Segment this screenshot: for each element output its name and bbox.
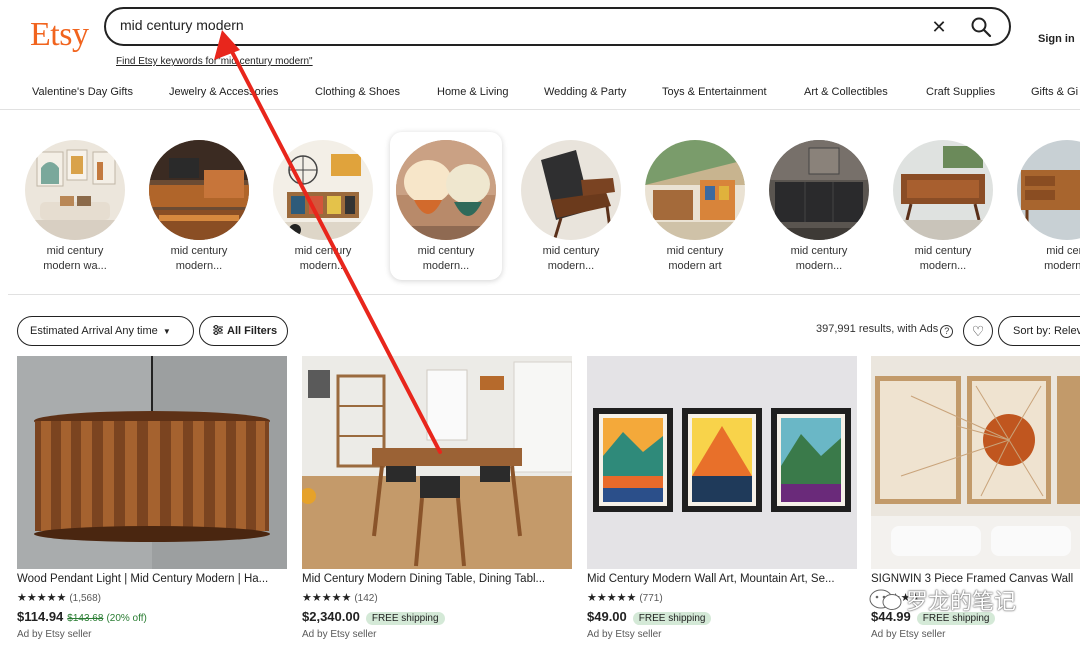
related-search-item[interactable]: mid century modern... <box>143 132 255 280</box>
free-shipping-badge: FREE shipping <box>632 612 712 625</box>
product-title[interactable]: Mid Century Modern Dining Table, Dining … <box>302 573 572 585</box>
original-price: $143.68 <box>67 613 104 624</box>
related-search-image <box>149 140 249 240</box>
clear-search-icon[interactable]: ✕ <box>929 17 949 37</box>
category-item[interactable]: Jewelry & Accessories <box>169 86 278 98</box>
ad-label: Ad by Etsy seller <box>871 629 946 640</box>
category-item[interactable]: Wedding & Party <box>544 86 626 98</box>
arrival-value: Any time <box>114 325 158 337</box>
arrival-label: Estimated Arrival <box>30 325 113 337</box>
product-title[interactable]: Mid Century Modern Wall Art, Mountain Ar… <box>587 573 857 585</box>
related-search-image <box>769 140 869 240</box>
category-item[interactable]: Clothing & Shoes <box>315 86 400 98</box>
related-search-image <box>396 140 496 240</box>
review-count: (1,568) <box>69 593 101 604</box>
product-card[interactable]: Mid Century Modern Wall Art, Mountain Ar… <box>587 356 857 646</box>
all-filters-button[interactable]: All Filters <box>199 316 288 346</box>
free-shipping-badge: FREE shipping <box>365 612 445 625</box>
favorite-search-heart-icon[interactable]: ♡ <box>963 316 993 346</box>
related-search-label: mid century modern... <box>914 245 972 272</box>
product-price: $2,340.00 FREE shipping <box>302 609 445 625</box>
related-search-label: mid century modern wa... <box>43 245 107 272</box>
related-search-item[interactable]: mid century modern... <box>267 132 379 280</box>
related-search-image <box>25 140 125 240</box>
wechat-logo-icon <box>869 589 902 610</box>
related-search-item[interactable]: mid century modern... <box>763 132 875 280</box>
rating-stars: ★★★★★ <box>587 592 637 604</box>
estimated-arrival-filter[interactable]: Estimated Arrival Any time ▼ <box>17 316 194 346</box>
product-image[interactable] <box>587 356 857 569</box>
watermark-text: 罗龙的笔记 <box>906 590 1017 615</box>
etsy-search-page: Etsy ✕ Find Etsy keywords for"mid centur… <box>0 0 1080 646</box>
all-filters-label: All Filters <box>227 325 278 337</box>
related-search-label: mid century modern... <box>417 245 475 272</box>
related-search-image <box>645 140 745 240</box>
discount-label: (20% off) <box>106 613 147 624</box>
section-divider <box>8 294 1080 295</box>
category-item[interactable]: Valentine's Day Gifts <box>32 86 133 98</box>
review-count: (771) <box>639 593 663 604</box>
related-search-label: mid century modern... <box>790 245 848 272</box>
related-search-label: mid century modern... <box>542 245 600 272</box>
ad-label: Ad by Etsy seller <box>302 629 377 640</box>
product-image[interactable] <box>871 356 1080 569</box>
sort-dropdown[interactable]: Sort by: Relev <box>998 316 1080 346</box>
category-item[interactable]: Toys & Entertainment <box>662 86 767 98</box>
product-title[interactable]: Wood Pendant Light | Mid Century Modern … <box>17 573 287 585</box>
related-search-item[interactable]: mid century modern... <box>887 132 999 280</box>
related-search-item[interactable]: mid century modern wa... <box>19 132 131 280</box>
related-search-item[interactable]: mid century modern... <box>390 132 502 280</box>
etsy-logo[interactable]: Etsy <box>30 16 89 54</box>
review-count: (142) <box>354 593 378 604</box>
product-rating: ★★★★★ (771) <box>587 591 663 604</box>
category-nav: Valentine's Day Gifts Jewelry & Accessor… <box>0 80 1080 110</box>
filter-sliders-icon <box>213 325 223 335</box>
product-rating: ★★★★★ (1,568) <box>17 591 101 604</box>
sign-in-link[interactable]: Sign in <box>1038 33 1075 45</box>
related-search-item[interactable]: mid century modern... <box>515 132 627 280</box>
caret-down-icon: ▼ <box>162 327 171 336</box>
product-rating: ★★★★★ (142) <box>302 591 378 604</box>
related-search-label: mid century modern... <box>294 245 352 272</box>
product-image[interactable] <box>17 356 287 569</box>
related-search-label: mid centmodern c <box>1044 245 1080 272</box>
related-search-label: mid century modern art <box>666 245 724 272</box>
search-input[interactable] <box>120 17 900 33</box>
related-search-image <box>1017 140 1080 240</box>
ad-label: Ad by Etsy seller <box>587 629 662 640</box>
product-price: $114.94 $143.68 (20% off) <box>17 609 147 624</box>
search-bar[interactable]: ✕ <box>104 7 1011 46</box>
rating-stars: ★★★★★ <box>17 592 67 604</box>
results-count: 397,991 results, with Ads? <box>816 323 954 338</box>
related-search-item[interactable]: mid centmodern c <box>1011 132 1080 280</box>
product-card[interactable]: Mid Century Modern Dining Table, Dining … <box>302 356 572 646</box>
ad-label: Ad by Etsy seller <box>17 629 92 640</box>
help-icon[interactable]: ? <box>940 325 954 338</box>
related-search-image <box>893 140 993 240</box>
product-image[interactable] <box>302 356 572 569</box>
related-search-label: mid century modern... <box>170 245 228 272</box>
rating-stars: ★★★★★ <box>302 592 352 604</box>
category-item[interactable]: Home & Living <box>437 86 509 98</box>
related-search-item[interactable]: mid century modern art <box>639 132 751 280</box>
category-item[interactable]: Art & Collectibles <box>804 86 888 98</box>
keyword-suggestion-link[interactable]: Find Etsy keywords for"mid century moder… <box>116 56 313 67</box>
related-search-image <box>521 140 621 240</box>
category-item[interactable]: Craft Supplies <box>926 86 995 98</box>
search-icon[interactable] <box>969 15 993 39</box>
related-search-image <box>273 140 373 240</box>
product-card[interactable]: Wood Pendant Light | Mid Century Modern … <box>17 356 287 646</box>
product-price: $49.00 FREE shipping <box>587 609 712 625</box>
category-item[interactable]: Gifts & Gi <box>1031 86 1078 98</box>
